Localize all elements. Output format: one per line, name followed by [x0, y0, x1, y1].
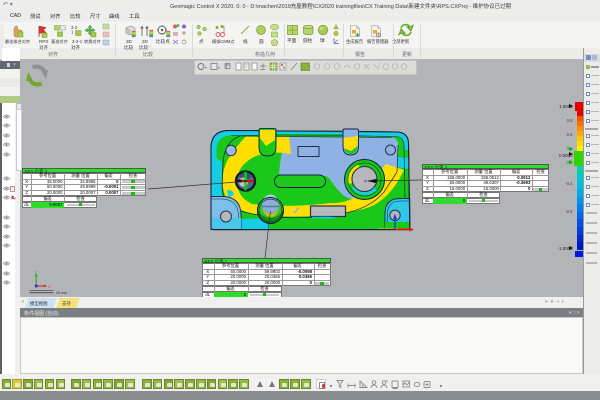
svg-text:25 mm: 25 mm — [56, 291, 67, 295]
svg-text:x: x — [49, 285, 51, 289]
svg-text:1: 1 — [71, 30, 74, 35]
